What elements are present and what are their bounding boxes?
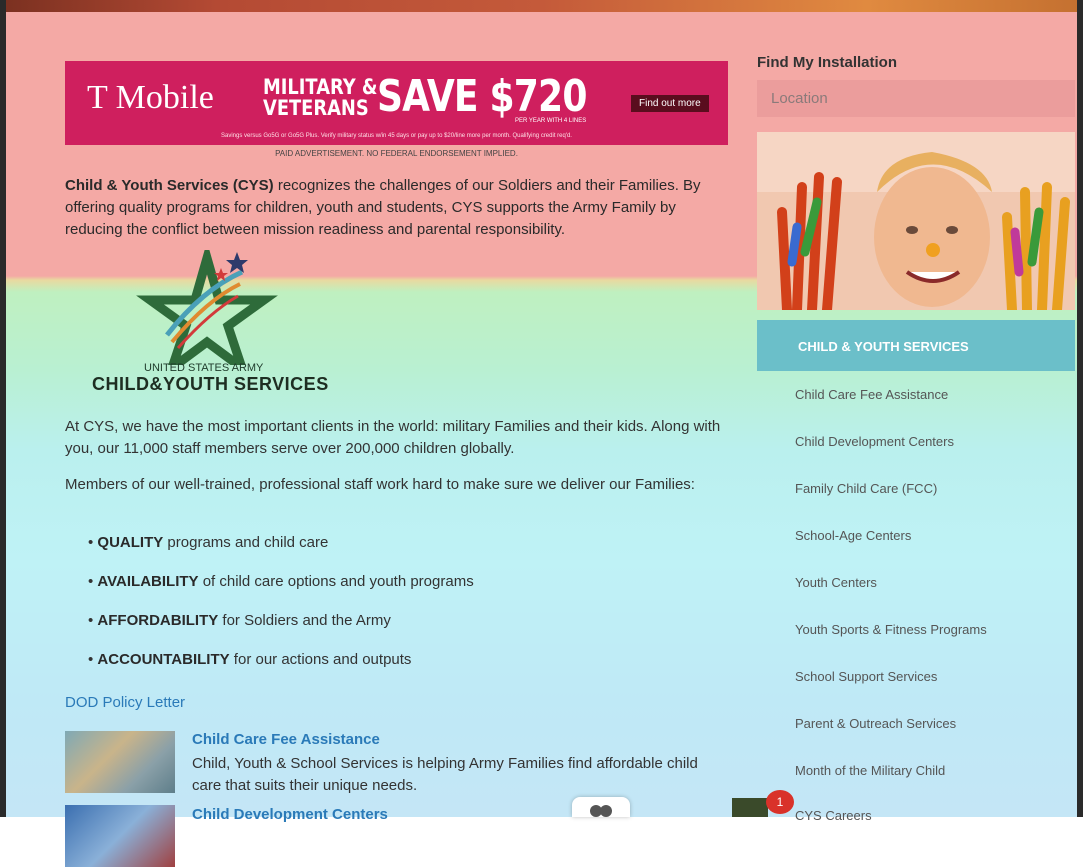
sidebar-item-youth-sports-fitness[interactable]: Youth Sports & Fitness Programs	[795, 622, 987, 637]
ad-per-year: PER YEAR WITH 4 LINES	[515, 118, 587, 124]
intro-paragraph: Child & Youth Services (CYS) recognizes …	[65, 175, 735, 241]
sidebar-item-child-development-centers[interactable]: Child Development Centers	[795, 434, 954, 449]
ad-brand: T Mobile	[87, 79, 214, 116]
logo-line1: UNITED STATES ARMY	[144, 362, 264, 374]
cys-logo: UNITED STATES ARMY CHILD&YOUTH SERVICES	[92, 241, 332, 400]
star-logo-icon	[136, 241, 278, 381]
app-launcher-icon[interactable]	[732, 798, 768, 817]
card-title[interactable]: Child Development Centers	[192, 806, 388, 823]
sidebar-item-family-child-care[interactable]: Family Child Care (FCC)	[795, 481, 937, 496]
card-description: Child, Youth & School Services is helpin…	[192, 755, 698, 794]
list-item: • ACCOUNTABILITY for our actions and out…	[88, 651, 412, 668]
list-item-bold: ACCOUNTABILITY	[97, 651, 230, 668]
sidebar-item-parent-outreach-services[interactable]: Parent & Outreach Services	[795, 716, 956, 731]
header-image-strip	[0, 0, 1083, 12]
list-item-text: for Soldiers and the Army	[218, 612, 391, 629]
ad-save-amount: SAVE $720	[377, 71, 587, 122]
ad-headline-line2: VETERANS	[263, 96, 369, 120]
list-item: • QUALITY programs and child care	[88, 534, 329, 551]
location-input[interactable]	[757, 80, 1075, 117]
list-item-text: for our actions and outputs	[229, 651, 412, 668]
intro-bold: Child & Youth Services (CYS)	[65, 177, 274, 194]
sidebar-item-school-support-services[interactable]: School Support Services	[795, 669, 937, 684]
body-paragraph-2: Members of our well-trained, professiona…	[65, 476, 695, 493]
find-installation-title: Find My Installation	[757, 54, 898, 71]
ad-disclaimer: PAID ADVERTISEMENT. NO FEDERAL ENDORSEME…	[275, 149, 518, 158]
logo-line2: CHILD&YOUTH SERVICES	[92, 374, 329, 394]
nav-header-child-youth-services[interactable]: CHILD & YOUTH SERVICES	[757, 320, 1075, 371]
sidebar-item-school-age-centers[interactable]: School-Age Centers	[795, 528, 911, 543]
values-list: • QUALITY programs and child care • AVAI…	[88, 534, 728, 690]
window-border-left	[0, 0, 6, 817]
list-item: • AFFORDABILITY for Soldiers and the Arm…	[88, 612, 391, 629]
ad-headline-line1: MILITARY &	[263, 75, 378, 99]
notification-badge[interactable]: 1	[766, 790, 794, 814]
chat-widget-button[interactable]	[572, 797, 630, 817]
tmobile-advertisement[interactable]: T Mobile MILITARY & VETERANS SAVE $720 P…	[65, 61, 728, 145]
list-item-bold: QUALITY	[97, 534, 164, 551]
child-painted-hands-image	[757, 132, 1075, 310]
card-thumbnail[interactable]	[65, 805, 175, 867]
ad-find-out-more-button[interactable]: Find out more	[631, 95, 709, 112]
body-paragraph-1: At CYS, we have the most important clien…	[65, 418, 721, 457]
sidebar-item-child-care-fee-assistance[interactable]: Child Care Fee Assistance	[795, 387, 948, 402]
card-title[interactable]: Child Care Fee Assistance	[192, 731, 380, 748]
list-item-bold: AFFORDABILITY	[97, 612, 219, 629]
list-item-text: programs and child care	[163, 534, 329, 551]
sidebar-item-youth-centers[interactable]: Youth Centers	[795, 575, 877, 590]
ad-headline: MILITARY & VETERANS	[263, 77, 378, 119]
dod-policy-letter-link[interactable]: DOD Policy Letter	[65, 694, 185, 711]
sidebar-item-month-of-the-military-child[interactable]: Month of the Military Child	[795, 763, 945, 778]
window-border-right	[1077, 0, 1083, 817]
card-thumbnail[interactable]	[65, 731, 175, 793]
eyes-icon	[590, 805, 612, 817]
list-item: • AVAILABILITY of child care options and…	[88, 573, 474, 590]
list-item-bold: AVAILABILITY	[97, 573, 199, 590]
ad-fine-print: Savings versus Go5G or Go5G Plus. Verify…	[221, 133, 572, 139]
child-photo-icon	[757, 132, 1075, 310]
sidebar-item-cys-careers[interactable]: CYS Careers	[795, 808, 872, 823]
list-item-text: of child care options and youth programs	[198, 573, 474, 590]
